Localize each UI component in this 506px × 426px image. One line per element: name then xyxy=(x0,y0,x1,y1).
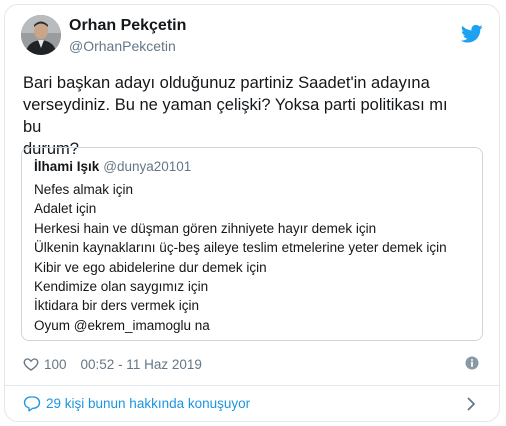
quoted-author-handle: @dunya20101 xyxy=(103,159,192,174)
quoted-text-line: Herkesi hain ve düşman gören zihniyete h… xyxy=(34,220,377,236)
tweet-text-line: Bari başkan adayı olduğunuz partiniz Saa… xyxy=(23,74,430,92)
conversation-label[interactable]: 29 kişi bunun hakkında konuşuyor xyxy=(46,396,250,411)
speech-bubble-icon xyxy=(23,396,41,412)
quoted-text-line: Ülkenin kaynaklarını üç-beş aileye tesli… xyxy=(34,240,447,256)
quoted-text-line: İktidara bir ders vermek için xyxy=(34,298,200,314)
quoted-tweet[interactable]: İlhami Işık @dunya20101 Nefes almak için … xyxy=(21,147,483,341)
divider xyxy=(4,385,500,386)
quoted-text: Nefes almak için Adalet için Herkesi hai… xyxy=(34,180,447,335)
quoted-text-line: Adalet için xyxy=(34,201,97,217)
quoted-author: İlhami Işık @dunya20101 xyxy=(34,159,191,174)
quoted-text-line: Nefes almak için xyxy=(34,182,134,197)
avatar-photo xyxy=(21,15,61,55)
tweet-text-line: verseydiniz. Bu ne yaman çelişki? Yoksa … xyxy=(23,96,448,136)
conversation-link[interactable]: 29 kişi bunun hakkında konuşuyor xyxy=(23,394,250,412)
tweet-meta: 100 00:52 - 11 Haz 2019 xyxy=(23,355,202,373)
quoted-text-line: Kibir ve ego abidelerine dur demek için xyxy=(34,259,267,275)
quoted-text-line: Kendimize olan saygımız için xyxy=(34,279,209,295)
avatar[interactable] xyxy=(21,15,61,55)
chevron-right-icon[interactable] xyxy=(466,397,476,411)
heart-icon[interactable] xyxy=(23,356,39,372)
author-handle[interactable]: @OrhanPekcetin xyxy=(69,38,176,54)
twitter-bird-icon[interactable] xyxy=(461,24,483,44)
quoted-author-name: İlhami Işık xyxy=(34,159,100,174)
author-name[interactable]: Orhan Pekçetin xyxy=(69,17,186,35)
quoted-text-line: Oyum @ekrem_imamoglu na xyxy=(34,317,210,333)
info-icon[interactable] xyxy=(465,356,479,370)
like-count[interactable]: 100 xyxy=(44,357,67,372)
timestamp[interactable]: 00:52 - 11 Haz 2019 xyxy=(81,357,202,372)
